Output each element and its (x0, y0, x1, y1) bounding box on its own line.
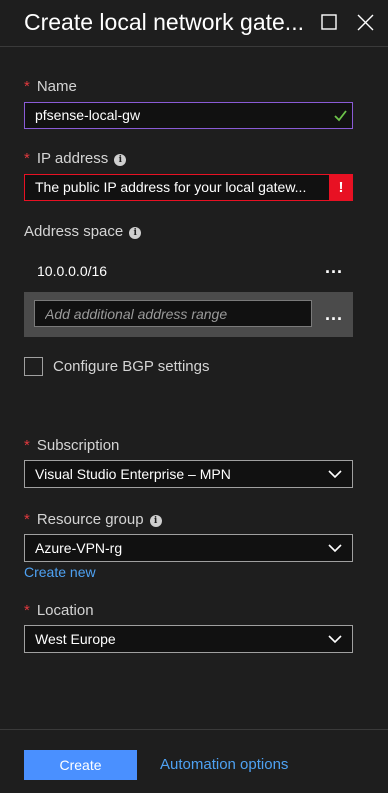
create-new-link[interactable]: Create new (24, 564, 96, 580)
resource-group-value: Azure-VPN-rg (35, 540, 123, 556)
footer-divider (0, 729, 388, 730)
check-icon (334, 110, 347, 122)
resource-group-label: * Resource group i (24, 511, 162, 528)
chevron-down-icon (328, 544, 342, 553)
location-label: * Location (24, 602, 94, 619)
required-star: * (24, 437, 30, 454)
close-icon[interactable] (356, 12, 376, 32)
blade-title: Create local network gate... (24, 9, 304, 35)
info-icon[interactable]: i (114, 154, 127, 166)
subscription-value: Visual Studio Enterprise – MPN (35, 466, 231, 482)
ip-address-field[interactable]: The public IP address for your local gat… (24, 174, 353, 201)
address-space-label: Address space i (24, 223, 142, 240)
error-badge: ! (329, 174, 353, 201)
add-address-range-input[interactable] (34, 300, 312, 327)
chevron-down-icon (328, 635, 342, 644)
name-field[interactable]: pfsense-local-gw (24, 102, 353, 129)
required-star: * (24, 511, 30, 528)
required-star: * (24, 602, 30, 619)
maximize-icon[interactable] (320, 12, 340, 32)
bgp-checkbox-label: Configure BGP settings (53, 358, 210, 375)
resource-group-dropdown[interactable]: Azure-VPN-rg (24, 534, 353, 562)
add-address-range-row: ... (24, 292, 353, 337)
info-icon[interactable]: i (129, 227, 142, 239)
name-value: pfsense-local-gw (35, 107, 141, 123)
location-dropdown[interactable]: West Europe (24, 625, 353, 653)
address-space-row: 10.0.0.0/16 ... (24, 255, 353, 289)
ip-address-value: The public IP address for your local gat… (35, 179, 307, 195)
chevron-down-icon (328, 470, 342, 479)
bgp-checkbox[interactable] (24, 357, 43, 376)
address-space-value: 10.0.0.0/16 (37, 263, 108, 279)
info-icon[interactable]: i (149, 515, 162, 527)
required-star: * (24, 78, 30, 95)
blade-header: Create local network gate... (0, 0, 388, 47)
name-label: * Name (24, 78, 77, 95)
create-button[interactable]: Create (24, 750, 137, 780)
subscription-dropdown[interactable]: Visual Studio Enterprise – MPN (24, 460, 353, 488)
more-options-icon[interactable]: ... (325, 304, 343, 325)
automation-options-link[interactable]: Automation options (160, 756, 288, 773)
required-star: * (24, 150, 30, 167)
subscription-label: * Subscription (24, 437, 120, 454)
location-value: West Europe (35, 631, 116, 647)
ip-address-label: * IP address i (24, 150, 127, 167)
more-options-icon[interactable]: ... (325, 257, 343, 278)
